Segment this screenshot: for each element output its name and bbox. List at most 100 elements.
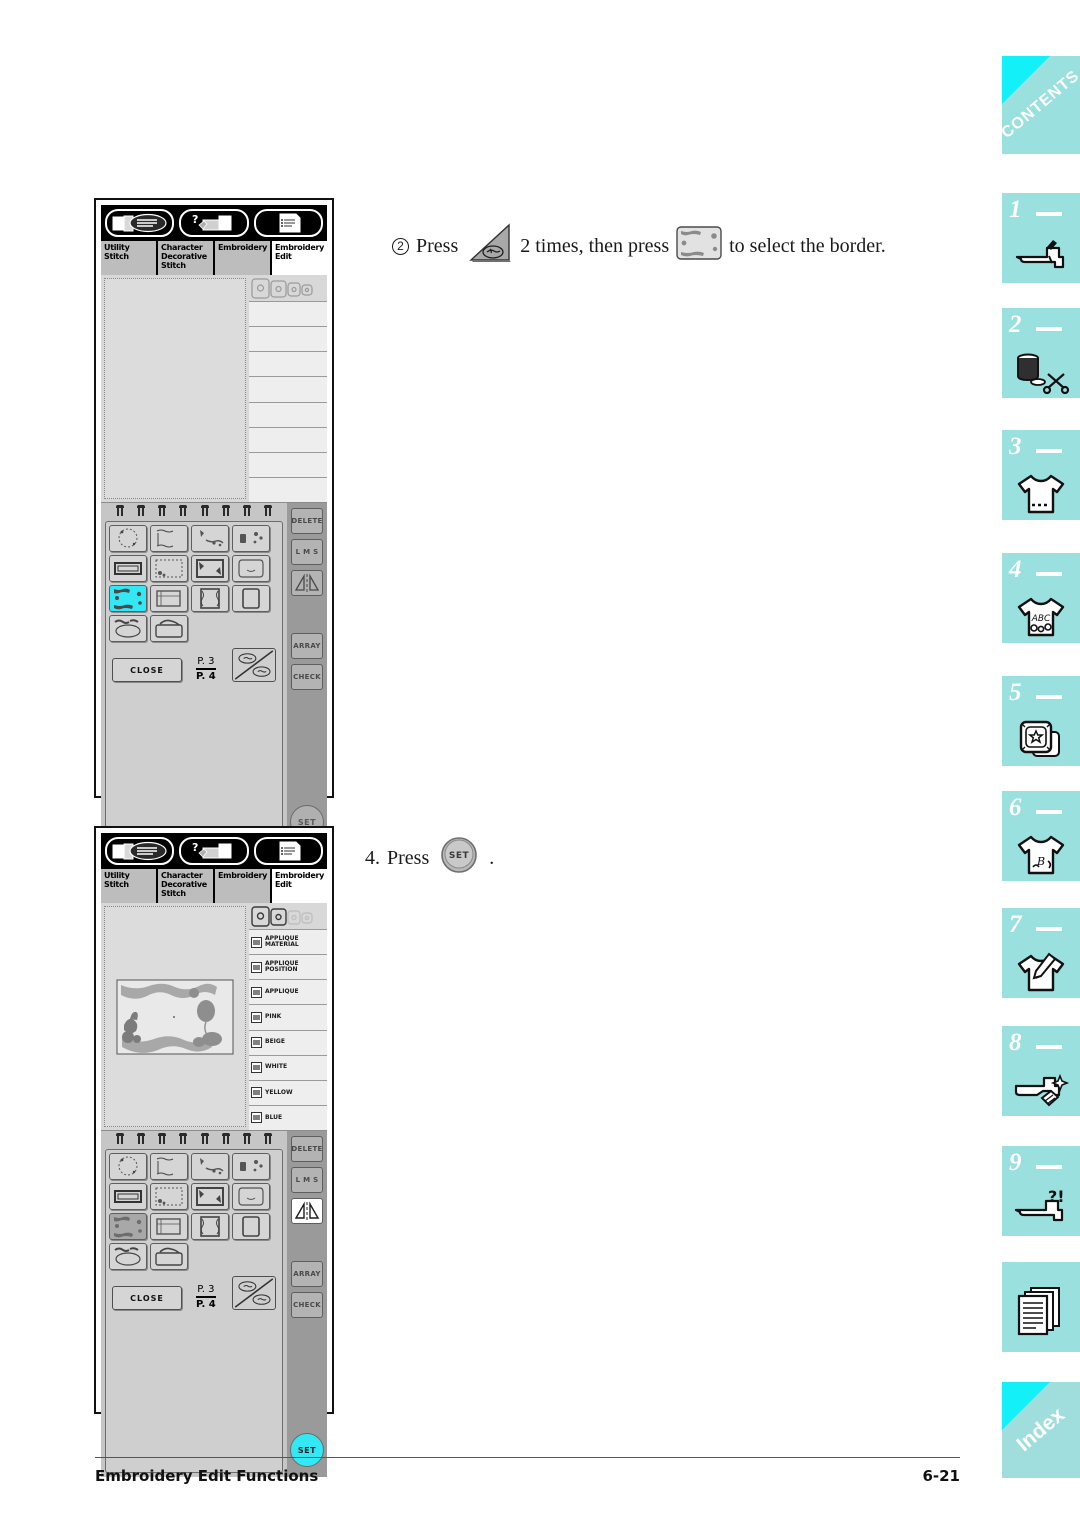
tab-embroidery-edit[interactable]: Embroidery Edit [272, 869, 327, 903]
pattern-thumbnail[interactable] [109, 1243, 147, 1270]
pattern-thumbnail[interactable] [150, 555, 188, 582]
tab-label-line3: Stitch [161, 261, 186, 270]
pattern-thumbnail[interactable] [150, 615, 188, 642]
manual-book-icon[interactable] [105, 837, 175, 865]
close-button[interactable]: CLOSE [112, 1286, 182, 1310]
pattern-thumbnail[interactable] [232, 1183, 270, 1210]
check-button[interactable]: CHECK [291, 664, 323, 690]
thread-list-item[interactable] [249, 351, 327, 377]
embroidery-preview-empty[interactable] [104, 278, 246, 499]
thread-list-item[interactable]: APPLIQUE MATERIAL [249, 929, 327, 955]
close-button[interactable]: CLOSE [112, 658, 182, 682]
thread-list-item[interactable]: BEIGE [249, 1029, 327, 1055]
pattern-thumbnail[interactable] [191, 555, 229, 582]
pattern-thumbnail-selected[interactable] [109, 1213, 147, 1240]
chapter-number: 8 [1009, 1029, 1022, 1056]
settings-list-icon[interactable] [253, 837, 323, 865]
mirror-button[interactable] [291, 570, 323, 596]
thumb-tab-chapter-3[interactable]: 3 [1002, 430, 1080, 520]
chapter-number: 4 [1009, 556, 1022, 583]
machine-help-icon[interactable]: ? [179, 837, 249, 865]
thread-list-item[interactable]: APPLIQUE POSITION [249, 954, 327, 980]
thread-list-item[interactable] [249, 376, 327, 402]
border-pattern-grid [109, 1153, 279, 1270]
thread-list-item[interactable]: APPLIQUE [249, 979, 327, 1005]
thread-list-item[interactable] [249, 301, 327, 327]
delete-button[interactable]: DELETE [291, 1136, 323, 1162]
tab-character-decorative-stitch[interactable]: Character Decorative Stitch [158, 869, 215, 903]
pattern-thumbnail[interactable] [150, 585, 188, 612]
thumb-tab-appendix[interactable] [1002, 1262, 1080, 1352]
check-button[interactable]: CHECK [291, 1292, 323, 1318]
tab-utility-stitch[interactable]: Utility Stitch [101, 869, 158, 903]
pattern-thumbnail[interactable] [150, 1153, 188, 1180]
pattern-thumbnail-selected[interactable] [109, 585, 147, 612]
size-lms-button[interactable]: L M S [291, 539, 323, 565]
screen2-preview-area: APPLIQUE MATERIAL APPLIQUE POSITION APPL… [101, 903, 327, 1131]
thumb-tab-chapter-9[interactable]: 9 ?! [1002, 1146, 1080, 1236]
pattern-thumbnail[interactable] [109, 555, 147, 582]
array-button[interactable]: ARRAY [291, 633, 323, 659]
tab-utility-stitch[interactable]: Utility Stitch [101, 241, 158, 275]
thread-list-item[interactable]: WHITE [249, 1054, 327, 1080]
embroidery-preview-border-design[interactable] [104, 906, 246, 1127]
pattern-thumbnail[interactable] [150, 525, 188, 552]
documents-stack-icon [1002, 1284, 1080, 1336]
chapter-dash [1036, 695, 1062, 699]
pattern-thumbnail[interactable] [109, 525, 147, 552]
thumb-tab-chapter-6[interactable]: 6 B [1002, 791, 1080, 881]
chapter-dash [1036, 212, 1062, 216]
page-flip-button[interactable] [232, 648, 276, 682]
pattern-thumbnail[interactable] [232, 555, 270, 582]
tab-embroidery[interactable]: Embroidery [215, 241, 272, 275]
thumb-tab-chapter-2[interactable]: 2 [1002, 308, 1080, 398]
pattern-thumbnail[interactable] [191, 525, 229, 552]
thumb-tab-chapter-7[interactable]: 7 [1002, 908, 1080, 998]
pattern-thumbnail[interactable] [150, 1243, 188, 1270]
settings-list-icon[interactable] [253, 209, 323, 237]
pattern-thumbnail[interactable] [191, 585, 229, 612]
manual-book-icon[interactable] [105, 209, 175, 237]
spool-icon [251, 986, 262, 998]
tab-embroidery-edit[interactable]: Embroidery Edit [272, 241, 327, 275]
delete-button[interactable]: DELETE [291, 508, 323, 534]
thread-list-item[interactable] [249, 326, 327, 352]
thread-list-item[interactable] [249, 476, 327, 502]
hoop-size-selector[interactable] [249, 903, 327, 929]
thread-list-item[interactable]: PINK [249, 1004, 327, 1030]
thread-list-item[interactable] [249, 426, 327, 452]
thread-list-item[interactable]: YELLOW [249, 1079, 327, 1105]
page-flip-button[interactable] [232, 1276, 276, 1310]
pattern-thumbnail[interactable] [191, 1213, 229, 1240]
hoop-size-selector[interactable] [249, 275, 327, 301]
thumb-tab-label: Index [1012, 1403, 1070, 1457]
mirror-button[interactable] [291, 1198, 323, 1224]
pattern-thumbnail[interactable] [191, 1183, 229, 1210]
pattern-thumbnail[interactable] [109, 1153, 147, 1180]
pattern-thumbnail[interactable] [109, 615, 147, 642]
pattern-thumbnail[interactable] [232, 1213, 270, 1240]
chapter-thumb-index: CONTENTS 1 2 3 4 ABC 5 6 B 7 8 9 ?! Inde… [1000, 0, 1080, 1523]
pattern-thumbnail[interactable] [150, 1183, 188, 1210]
thumb-tab-chapter-5[interactable]: 5 [1002, 676, 1080, 766]
pattern-thumbnail[interactable] [232, 1153, 270, 1180]
pattern-thumbnail[interactable] [150, 1213, 188, 1240]
pattern-thumbnail[interactable] [191, 1153, 229, 1180]
thumb-tab-index[interactable]: Index [1002, 1382, 1080, 1478]
pattern-thumbnail[interactable] [232, 585, 270, 612]
thread-list-item[interactable]: BLUE [249, 1104, 327, 1130]
tab-embroidery[interactable]: Embroidery [215, 869, 272, 903]
tab-character-decorative-stitch[interactable]: Character Decorative Stitch [158, 241, 215, 275]
thumb-tab-chapter-8[interactable]: 8 [1002, 1026, 1080, 1116]
thumb-tab-chapter-1[interactable]: 1 [1002, 193, 1080, 283]
thread-list-item[interactable] [249, 401, 327, 427]
thumb-tab-contents[interactable]: CONTENTS [1002, 56, 1080, 154]
machine-help-icon[interactable]: ? [179, 209, 249, 237]
pattern-thumbnail[interactable] [109, 1183, 147, 1210]
array-button[interactable]: ARRAY [291, 1261, 323, 1287]
size-lms-button[interactable]: L M S [291, 1167, 323, 1193]
thread-list-item[interactable] [249, 451, 327, 477]
spool-icon [251, 1087, 262, 1099]
thumb-tab-chapter-4[interactable]: 4 ABC [1002, 553, 1080, 643]
pattern-thumbnail[interactable] [232, 525, 270, 552]
